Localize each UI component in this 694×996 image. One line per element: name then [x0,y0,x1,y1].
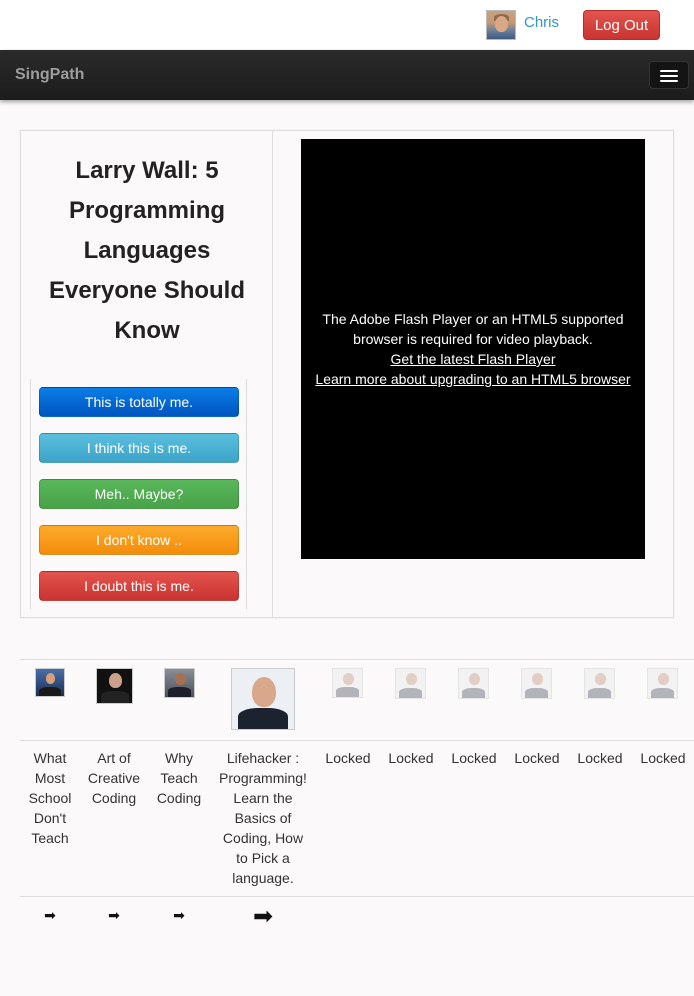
choice-totally-me-button[interactable]: This is totally me. [39,387,239,417]
brand-logo[interactable]: SingPath [15,66,84,84]
video-fallback-message: The Adobe Flash Player or an HTML5 suppo… [322,311,624,347]
lesson-thumbnail-locked [521,668,552,699]
lesson-thumbnail-locked [584,668,615,699]
lesson-thumbnail[interactable] [164,668,195,698]
table-top-border [20,659,694,660]
video-player[interactable]: The Adobe Flash Player or an HTML5 suppo… [301,139,645,559]
lesson-thumbnail[interactable] [96,668,133,704]
lesson-thumbnail-locked [332,668,363,698]
table-row-divider [20,896,694,897]
lesson-thumbnail-locked [395,668,426,699]
flash-player-link[interactable]: Get the latest Flash Player [391,351,556,367]
logout-button[interactable]: Log Out [583,10,660,40]
choice-dont-know-button[interactable]: I don't know .. [39,525,239,555]
user-avatar[interactable] [486,10,516,40]
challenge-title: Larry Wall: 5 Programming Languages Ever… [48,157,246,344]
html5-browser-link[interactable]: Learn more about upgrading to an HTML5 b… [315,371,630,387]
arrow-right-icon[interactable]: ➡ [248,902,278,931]
navbar: SingPath [0,50,694,100]
lesson-title-locked: Locked [451,750,497,766]
lesson-thumbnail-current[interactable] [231,668,295,730]
table-row-divider [20,740,694,741]
arrow-right-icon[interactable]: ➡ [169,907,189,924]
lesson-title[interactable]: Art of Creative Coding [86,748,142,808]
user-bar: Chris Log Out [0,0,694,50]
lesson-title-locked: Locked [325,750,371,766]
lesson-title-locked: Locked [577,750,623,766]
lesson-title-locked: Locked [514,750,560,766]
choice-doubt-button[interactable]: I doubt this is me. [39,571,239,601]
menu-toggle-button[interactable] [649,61,689,89]
lesson-thumbnail-locked [647,668,678,699]
choice-maybe-button[interactable]: Meh.. Maybe? [39,479,239,509]
lesson-thumbnail-locked [458,668,489,699]
lesson-title[interactable]: What Most School Don't Teach [24,748,76,848]
lesson-thumbnail[interactable] [35,668,65,697]
answer-choices: This is totally me. I think this is me. … [30,379,247,609]
choice-think-me-button[interactable]: I think this is me. [39,433,239,463]
challenge-panel: Larry Wall: 5 Programming Languages Ever… [20,130,674,618]
lesson-title-locked: Locked [640,750,686,766]
arrow-right-icon[interactable]: ➡ [104,907,124,924]
arrow-right-icon[interactable]: ➡ [40,907,60,924]
hamburger-icon [660,70,678,72]
lesson-title[interactable]: Why Teach Coding [152,748,206,808]
lesson-title-locked: Locked [388,750,434,766]
challenge-column: Larry Wall: 5 Programming Languages Ever… [21,131,273,617]
lesson-title[interactable]: Lifehacker : Programming! Learn the Basi… [216,748,310,888]
user-name-link[interactable]: Chris [524,14,559,31]
